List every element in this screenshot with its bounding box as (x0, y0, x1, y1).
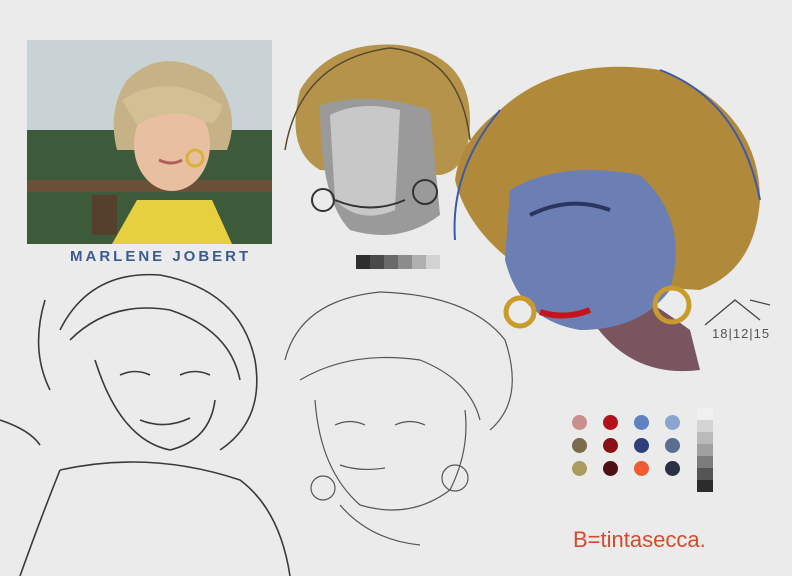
grey-swatch (370, 255, 384, 269)
palette-swatch (572, 438, 587, 453)
palette-swatch (665, 415, 680, 430)
value-swatch (697, 480, 713, 492)
palette-swatch (603, 461, 618, 476)
palette-swatch (603, 438, 618, 453)
palette-swatch (603, 415, 618, 430)
palette-swatch (634, 438, 649, 453)
signature-date: 18|12|15 (712, 326, 771, 341)
value-scale (697, 408, 713, 492)
artist-signature-mark (704, 299, 771, 326)
credit-text: B=tintasecca. (573, 527, 706, 552)
palette-swatch (572, 415, 587, 430)
palette-swatch (572, 461, 587, 476)
grey-swatch (356, 255, 370, 269)
palette-swatch (665, 438, 680, 453)
palette-swatch (634, 461, 649, 476)
palette-swatch (665, 461, 680, 476)
pencil-line-drawing (284, 291, 513, 546)
grey-swatch (384, 255, 398, 269)
value-swatch (697, 408, 713, 420)
value-swatch (697, 456, 713, 468)
grey-swatch (426, 255, 440, 269)
greyscale-study (284, 44, 471, 235)
value-swatch (697, 420, 713, 432)
palette-swatch (634, 415, 649, 430)
value-swatch (697, 444, 713, 456)
greyscale-swatches (356, 255, 440, 269)
value-swatch (697, 468, 713, 480)
value-swatch (697, 432, 713, 444)
grey-swatch (412, 255, 426, 269)
charcoal-sketch (0, 273, 291, 576)
artwork-canvas (0, 44, 771, 576)
grey-swatch (398, 255, 412, 269)
